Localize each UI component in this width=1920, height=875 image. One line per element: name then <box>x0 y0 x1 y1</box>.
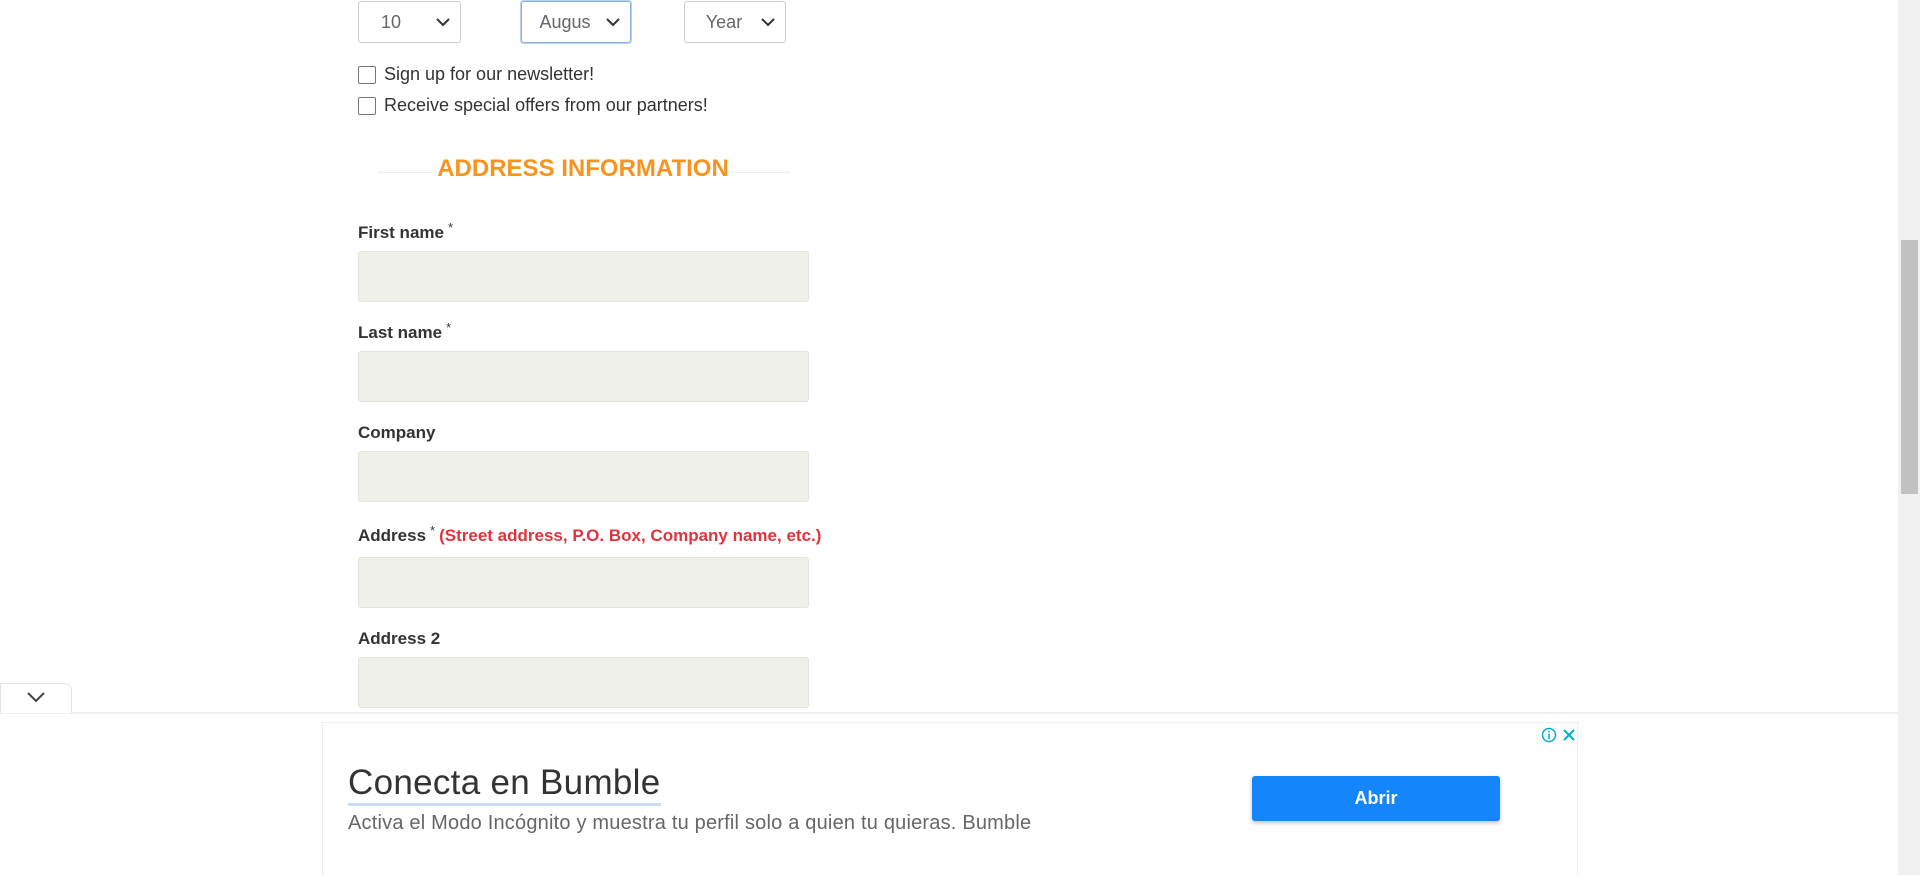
first-name-input[interactable] <box>358 251 809 302</box>
last-name-input[interactable] <box>358 351 809 402</box>
info-icon[interactable] <box>1541 727 1557 743</box>
ad-banner[interactable]: Conecta en Bumble Activa el Modo Incógni… <box>322 722 1578 875</box>
company-label: Company <box>358 423 435 443</box>
dob-month-select[interactable]: Augus <box>521 1 631 43</box>
chevron-down-icon <box>26 690 46 708</box>
ad-open-button[interactable]: Abrir <box>1252 776 1500 821</box>
partner-offers-checkbox[interactable] <box>358 96 376 115</box>
ad-title[interactable]: Conecta en Bumble <box>348 763 661 806</box>
first-name-label-text: First name <box>358 223 444 242</box>
first-name-label: First name * <box>358 220 454 243</box>
address2-label-text: Address 2 <box>358 629 441 648</box>
required-mark: * <box>446 320 452 335</box>
last-name-label-text: Last name <box>358 323 443 342</box>
ad-divider <box>0 712 1898 714</box>
required-mark: * <box>430 523 436 538</box>
address2-input[interactable] <box>358 657 809 708</box>
address-hint: (Street address, P.O. Box, Company name,… <box>439 526 822 545</box>
address-label-text: Address <box>358 526 427 545</box>
last-name-label: Last name * <box>358 320 452 343</box>
dob-day-select[interactable]: 10 <box>358 1 461 43</box>
newsletter-checkbox-row[interactable]: Sign up for our newsletter! <box>358 64 594 85</box>
dob-year-value: Year <box>705 11 743 32</box>
partner-offers-label: Receive special offers from our partners… <box>384 95 708 115</box>
newsletter-label: Sign up for our newsletter! <box>384 64 595 84</box>
address2-label: Address 2 <box>358 629 440 649</box>
address-input[interactable] <box>358 557 809 608</box>
section-heading: ADDRESS INFORMATION <box>437 155 729 182</box>
ad-text: Activa el Modo Incógnito y muestra tu pe… <box>348 812 1032 834</box>
address-label: Address * (Street address, P.O. Box, Compa… <box>358 523 822 546</box>
ad-collapse-button[interactable] <box>0 683 72 713</box>
company-input[interactable] <box>358 451 809 502</box>
newsletter-checkbox[interactable] <box>358 65 376 84</box>
chevron-down-icon <box>602 11 624 33</box>
close-icon[interactable] <box>1561 727 1577 743</box>
company-label-text: Company <box>358 423 436 442</box>
dob-month-value: Augus <box>539 11 591 32</box>
partner-offers-checkbox-row[interactable]: Receive special offers from our partners… <box>358 95 708 116</box>
chevron-down-icon <box>757 11 779 33</box>
dob-day-value: 10 <box>381 11 402 32</box>
required-mark: * <box>447 220 454 235</box>
page: 10 Augus Year Sign up for our newsletter… <box>0 0 1920 875</box>
scrollbar-thumb[interactable] <box>1901 240 1918 494</box>
chevron-down-icon <box>432 11 454 33</box>
dob-year-select[interactable]: Year <box>684 1 786 43</box>
